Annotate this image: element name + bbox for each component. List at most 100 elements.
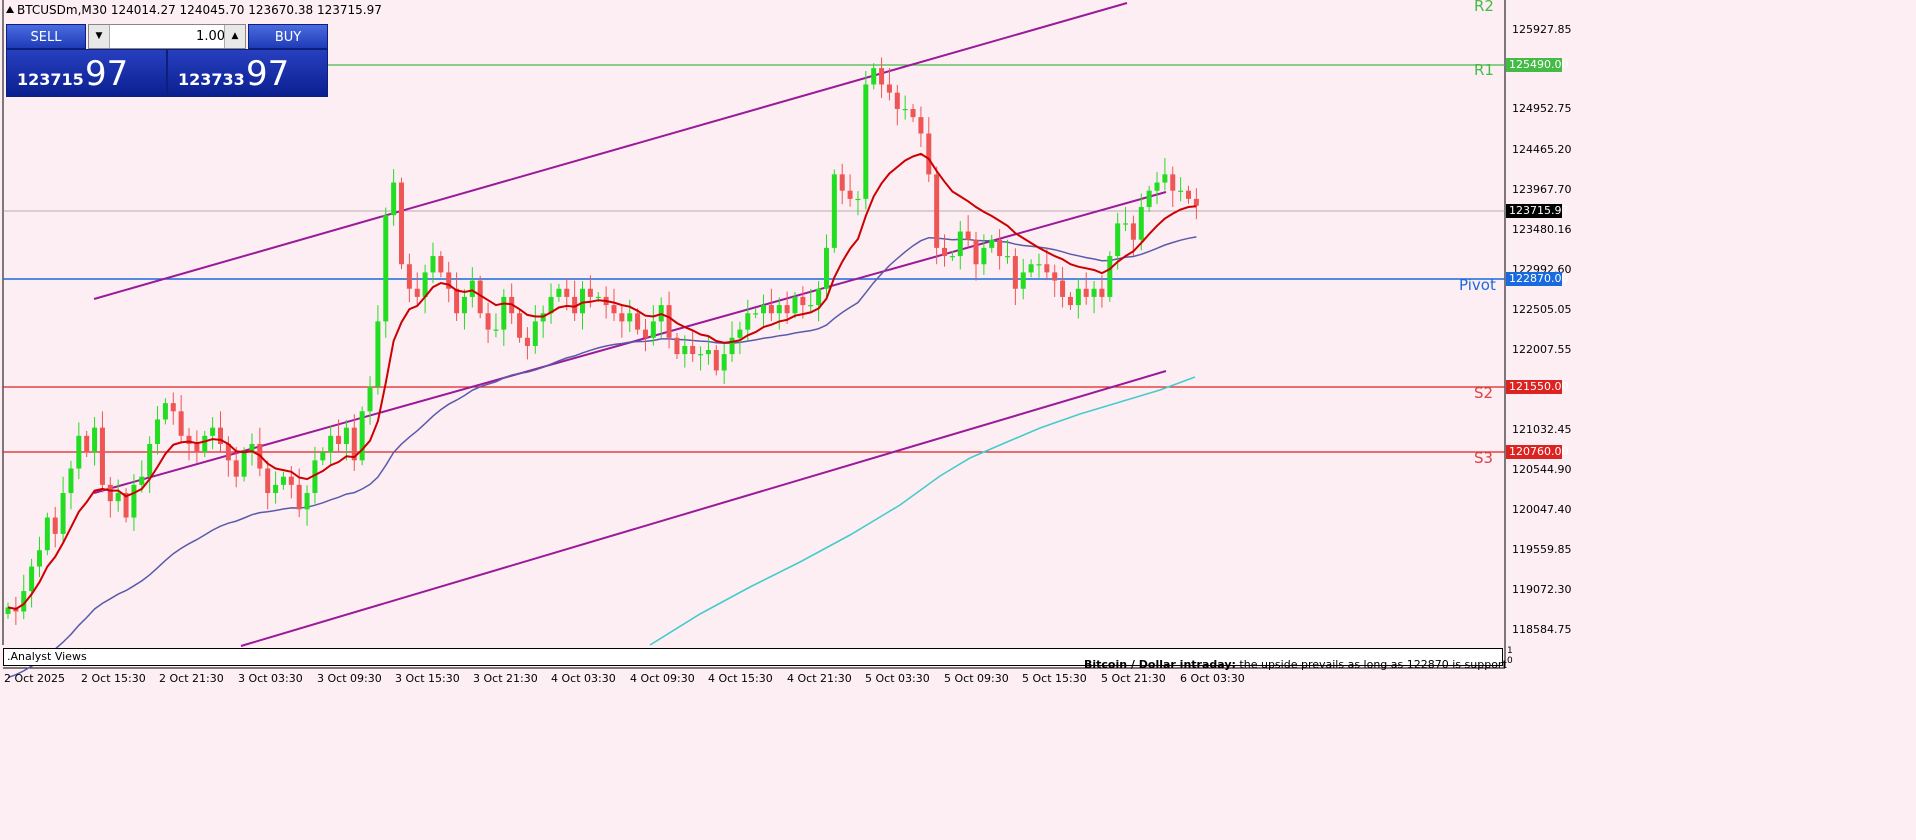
sell-button[interactable]: SELL xyxy=(6,24,86,49)
candle-body xyxy=(92,427,98,453)
candle-body xyxy=(194,443,200,453)
candle-body xyxy=(973,239,979,265)
candle-body xyxy=(981,247,987,265)
candle-body xyxy=(139,476,145,485)
pivot-price-tag: 122870.00 xyxy=(1506,272,1569,286)
candle-body xyxy=(910,108,916,118)
time-axis-label: 3 Oct 03:30 xyxy=(238,672,303,685)
buy-price-pips: 97 xyxy=(246,54,290,94)
candle-body xyxy=(68,468,74,494)
candle-body xyxy=(997,239,1003,257)
candle-body xyxy=(76,435,82,469)
candle-body xyxy=(1115,223,1121,257)
candle-body xyxy=(391,182,397,216)
analyst-view-title: Bitcoin / Dollar intraday: xyxy=(1084,658,1236,671)
candle-body xyxy=(359,411,365,461)
price-chart[interactable] xyxy=(0,0,1916,840)
time-axis-label: 3 Oct 21:30 xyxy=(473,672,538,685)
candle-body xyxy=(894,92,900,109)
candle-body xyxy=(1138,207,1144,240)
price-axis-label: 123480.16 xyxy=(1512,223,1572,236)
candle-body xyxy=(942,247,948,257)
price-axis-label: 124952.75 xyxy=(1512,102,1572,115)
candle-body xyxy=(265,468,271,494)
candle-body xyxy=(60,493,66,534)
triangle-up-icon[interactable]: ▲ xyxy=(224,25,245,48)
buy-button[interactable]: BUY xyxy=(248,24,328,49)
buy-price-quote[interactable]: 123733 97 xyxy=(167,49,328,97)
candle-body xyxy=(902,108,908,111)
candle-body xyxy=(926,133,932,175)
candle-body xyxy=(115,493,121,502)
candle-body xyxy=(1012,256,1018,289)
candle-body xyxy=(399,182,404,265)
candle-body xyxy=(721,354,727,371)
candle-body xyxy=(29,566,35,592)
candle-body xyxy=(36,550,42,567)
candle-body xyxy=(989,239,995,248)
time-axis-label: 4 Oct 15:30 xyxy=(708,672,773,685)
candle-body xyxy=(556,288,562,297)
analyst-view-text: Bitcoin / Dollar intraday: the upside pr… xyxy=(1084,658,1507,671)
time-axis-label: 3 Oct 09:30 xyxy=(317,672,382,685)
candle-body xyxy=(131,484,137,518)
collapse-triangle-icon[interactable] xyxy=(6,6,14,13)
candle-body xyxy=(1044,264,1050,273)
time-axis-label: 2 Oct 15:30 xyxy=(81,672,146,685)
candle-body xyxy=(1154,182,1160,191)
time-axis-label: 2 Oct 21:30 xyxy=(159,672,224,685)
candle-body xyxy=(1123,223,1129,225)
candle-body xyxy=(1091,288,1097,297)
price-axis-label: 121032.45 xyxy=(1512,423,1572,436)
candle-body xyxy=(517,313,523,338)
candle-body xyxy=(414,288,420,297)
candle-body xyxy=(879,68,885,85)
analyst-views-panel: .Analyst Views Bitcoin / Dollar intraday… xyxy=(3,648,1507,671)
candle-body xyxy=(595,296,601,299)
triangle-down-icon[interactable]: ▼ xyxy=(89,25,110,48)
price-axis-label: 120544.90 xyxy=(1512,463,1572,476)
price-axis-label: 123967.70 xyxy=(1512,183,1572,196)
candle-body xyxy=(241,452,247,477)
candle-body xyxy=(1075,288,1081,306)
lot-size-input[interactable] xyxy=(111,27,227,46)
candle-body xyxy=(690,345,696,355)
candle-body xyxy=(1004,256,1010,258)
price-axis-label: 119559.85 xyxy=(1512,543,1572,556)
candle-body xyxy=(375,321,381,387)
price-axis-label: 122007.55 xyxy=(1512,343,1572,356)
sell-price-quote[interactable]: 123715 97 xyxy=(6,49,167,97)
candle-body xyxy=(288,476,294,485)
candle-body xyxy=(280,476,286,485)
candle-body xyxy=(823,247,829,289)
candle-body xyxy=(808,305,814,307)
candle-body xyxy=(674,337,680,355)
candle-body xyxy=(934,174,940,248)
price-axis-label: 122505.05 xyxy=(1512,303,1572,316)
candle-body xyxy=(233,460,239,477)
s2-price-tag: 121550.00 xyxy=(1506,380,1569,394)
time-axis-label: 4 Oct 09:30 xyxy=(630,672,695,685)
s3-label: S3 xyxy=(1474,449,1494,467)
candle-body xyxy=(99,427,105,485)
candle-body xyxy=(564,288,570,297)
time-axis-label: 5 Oct 09:30 xyxy=(944,672,1009,685)
candle-body xyxy=(1060,280,1066,297)
candle-body xyxy=(469,280,475,297)
candle-body xyxy=(493,329,499,331)
price-axis-label: 124465.20 xyxy=(1512,143,1572,156)
candle-body xyxy=(682,345,688,355)
candle-body xyxy=(44,517,50,551)
candle-body xyxy=(147,443,153,477)
candle-body xyxy=(619,313,625,322)
candle-body xyxy=(343,427,349,444)
candle-body xyxy=(768,305,774,314)
time-axis-label: 5 Oct 21:30 xyxy=(1101,672,1166,685)
candle-body xyxy=(524,337,530,346)
candle-body xyxy=(737,329,743,338)
candle-body xyxy=(642,329,648,338)
r1-label: R1 xyxy=(1474,61,1494,79)
price-axis-label: 118584.75 xyxy=(1512,623,1572,636)
candle-body xyxy=(611,305,617,314)
sell-price-pips: 97 xyxy=(85,54,129,94)
